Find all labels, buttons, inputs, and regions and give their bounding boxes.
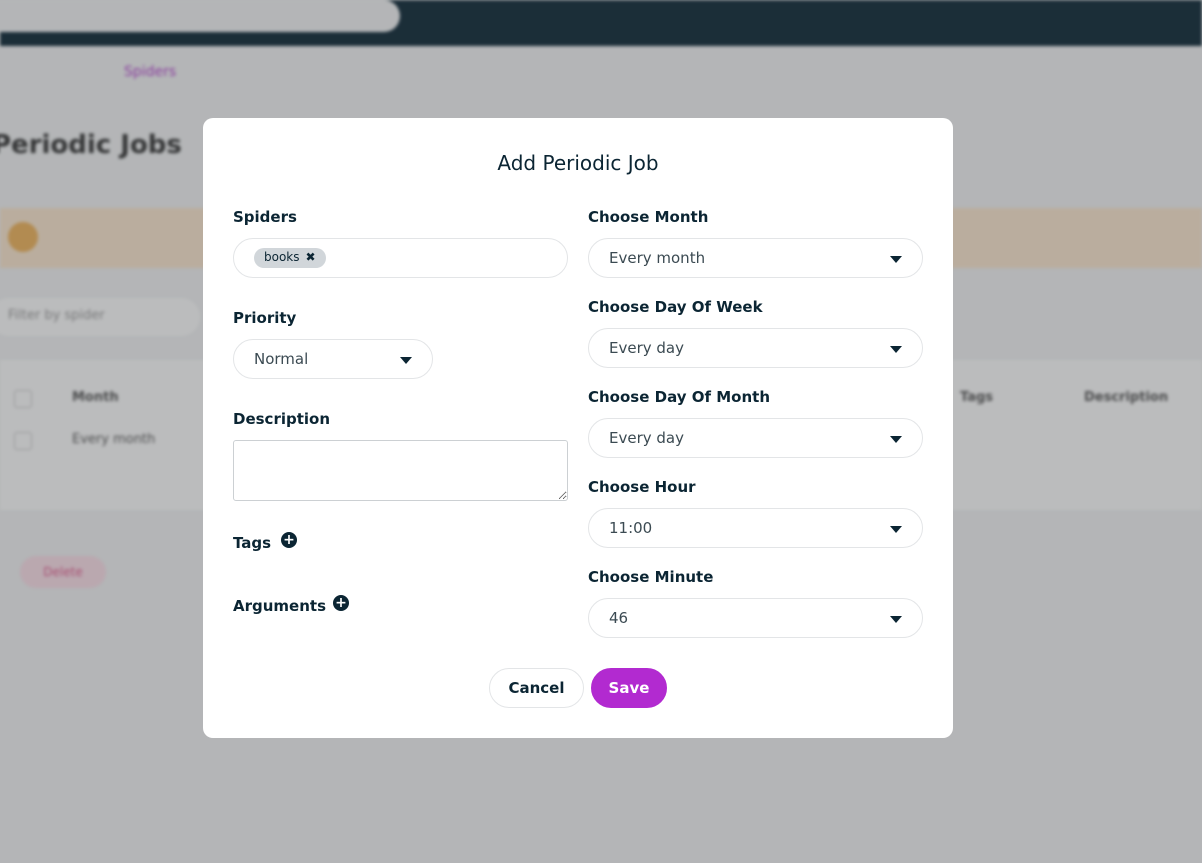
day-of-week-label: Choose Day Of Week	[588, 298, 763, 316]
remove-chip-icon[interactable]: ✖	[306, 250, 316, 264]
hour-value: 11:00	[609, 519, 653, 537]
month-label: Choose Month	[588, 208, 709, 226]
day-of-week-select[interactable]: Every day	[588, 328, 923, 368]
minute-select[interactable]: 46	[588, 598, 923, 638]
caret-down-icon	[890, 616, 902, 623]
add-periodic-job-modal: Add Periodic Job Spiders books ✖ Priority…	[203, 118, 953, 738]
caret-down-icon	[400, 357, 412, 364]
spiders-label: Spiders	[233, 208, 297, 226]
modal-title: Add Periodic Job	[497, 151, 659, 175]
caret-down-icon	[890, 256, 902, 263]
minute-value: 46	[609, 609, 629, 627]
cancel-button[interactable]: Cancel	[489, 668, 584, 708]
priority-select[interactable]: Normal	[233, 339, 433, 379]
hour-label: Choose Hour	[588, 478, 696, 496]
save-button[interactable]: Save	[591, 668, 667, 708]
day-of-month-label: Choose Day Of Month	[588, 388, 770, 406]
caret-down-icon	[890, 526, 902, 533]
priority-value: Normal	[254, 350, 309, 368]
spiders-input[interactable]: books ✖	[233, 238, 568, 278]
description-label: Description	[233, 410, 331, 428]
minute-label: Choose Minute	[588, 568, 714, 586]
tags-label: Tags	[233, 534, 272, 552]
add-tag-icon[interactable]: +	[281, 532, 297, 548]
day-of-month-value: Every day	[609, 429, 684, 447]
add-argument-icon[interactable]: +	[333, 595, 349, 611]
caret-down-icon	[890, 346, 902, 353]
month-value: Every month	[609, 249, 706, 267]
chip-label: books	[264, 250, 300, 264]
description-textarea[interactable]	[233, 440, 568, 501]
day-of-week-value: Every day	[609, 339, 684, 357]
caret-down-icon	[890, 436, 902, 443]
month-select[interactable]: Every month	[588, 238, 923, 278]
arguments-label: Arguments	[233, 597, 327, 615]
spider-chip: books ✖	[254, 248, 326, 268]
day-of-month-select[interactable]: Every day	[588, 418, 923, 458]
priority-label: Priority	[233, 309, 297, 327]
hour-select[interactable]: 11:00	[588, 508, 923, 548]
